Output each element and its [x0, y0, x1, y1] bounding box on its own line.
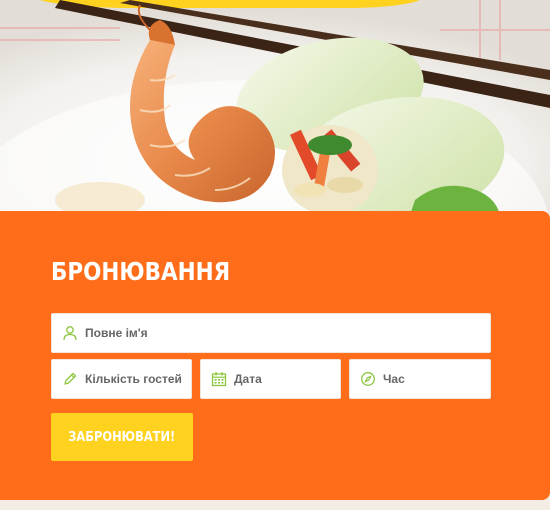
compass-icon [360, 371, 376, 387]
date-input[interactable] [234, 372, 340, 386]
booking-card: БРОНЮВАННЯ ЗАБРОНЮВАТИ! [0, 211, 550, 500]
food-photo [0, 0, 550, 215]
full-name-input[interactable] [85, 326, 490, 340]
pencil-icon [62, 371, 78, 387]
guests-field[interactable] [51, 359, 192, 399]
calendar-icon [211, 371, 227, 387]
page-background [0, 500, 550, 510]
user-icon [62, 325, 78, 341]
time-field[interactable] [349, 359, 491, 399]
book-submit-button[interactable]: ЗАБРОНЮВАТИ! [51, 413, 193, 461]
hero-image [0, 0, 550, 215]
date-field[interactable] [200, 359, 341, 399]
full-name-field[interactable] [51, 313, 491, 353]
guests-input[interactable] [85, 372, 191, 386]
booking-title: БРОНЮВАННЯ [51, 257, 231, 286]
book-submit-label: ЗАБРОНЮВАТИ! [68, 429, 176, 445]
time-input[interactable] [383, 372, 490, 386]
